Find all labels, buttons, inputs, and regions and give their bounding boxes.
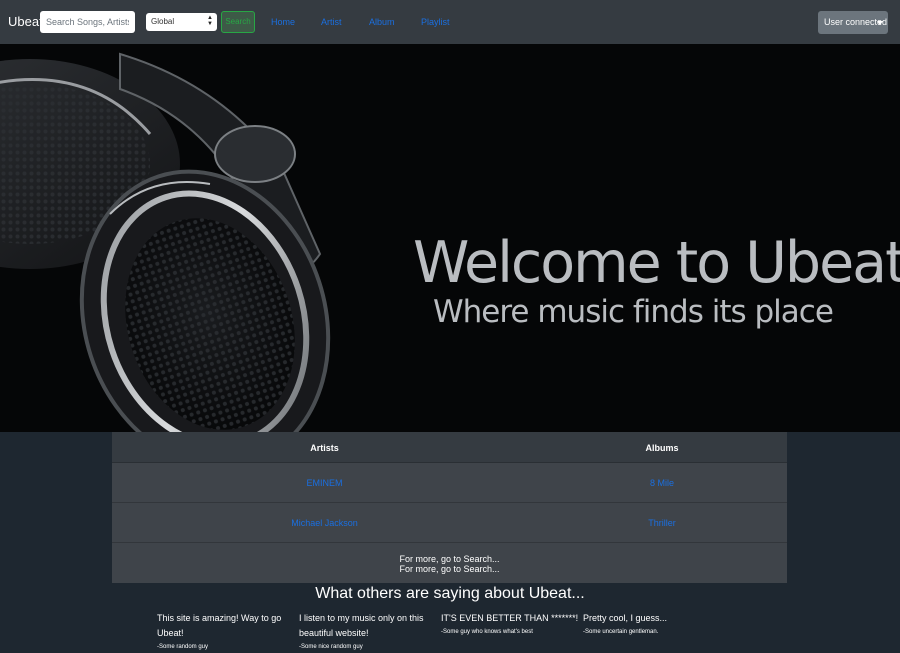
table-header: Artists Albums — [112, 432, 787, 463]
reviews-title: What others are saying about Ubeat... — [315, 585, 585, 602]
hero-banner: Welcome to Ubeat! Where music finds its … — [0, 44, 900, 432]
hero-subtitle: Where music finds its place — [433, 294, 834, 330]
table-row: EMINEM 8 Mile — [112, 463, 787, 503]
brand-logo[interactable]: Ubeat — [8, 14, 43, 29]
review-card: IT'S EVEN BETTER THAN *******! -Some guy… — [441, 611, 581, 638]
column-header-artists: Artists — [310, 443, 339, 453]
hero-title: Welcome to Ubeat! — [413, 230, 900, 296]
review-author: -Some random guy — [157, 644, 209, 650]
navbar: Ubeat Global ▲▼ Search Home Artist Album… — [0, 0, 900, 44]
select-arrows-icon: ▲ ▼ — [207, 15, 213, 27]
scope-select[interactable]: Global ▲ ▼ — [146, 13, 217, 31]
album-link[interactable]: Thriller — [537, 518, 787, 528]
table-row: Michael Jackson Thriller — [112, 503, 787, 543]
nav-link-home[interactable]: Home — [271, 17, 295, 27]
top-music-table: Artists Albums EMINEM 8 Mile Michael Jac… — [112, 432, 787, 583]
album-link[interactable]: 8 Mile — [537, 478, 787, 488]
review-card: This site is amazing! Way to go Ubeat! -… — [157, 611, 297, 653]
artist-link[interactable]: Michael Jackson — [112, 518, 537, 528]
scope-select-value: Global — [151, 17, 175, 26]
caret-down-icon — [877, 21, 883, 25]
nav-link-artist[interactable]: Artist — [321, 17, 342, 27]
review-author: -Some nice random guy — [299, 644, 363, 650]
user-dropdown-button[interactable]: User connected — [818, 11, 888, 34]
artist-link[interactable]: EMINEM — [112, 478, 537, 488]
search-input[interactable] — [40, 11, 135, 33]
more-hint-text: For more, go to Search... — [399, 554, 500, 564]
column-header-albums: Albums — [645, 443, 679, 453]
review-card: I listen to my music only on this beauti… — [299, 611, 439, 653]
table-footer: For more, go to Search... For more, go t… — [112, 543, 787, 583]
review-card: Pretty cool, I guess... -Some uncertain … — [583, 611, 723, 638]
review-author: -Some uncertain gentleman. — [583, 629, 659, 635]
nav-link-album[interactable]: Album — [369, 17, 395, 27]
review-quote: IT'S EVEN BETTER THAN *******! — [441, 613, 579, 623]
nav-link-playlist[interactable]: Playlist — [421, 17, 450, 27]
search-button[interactable]: Search — [221, 11, 255, 33]
more-hint-text: For more, go to Search... — [399, 564, 500, 574]
review-quote: I listen to my music only on this beauti… — [299, 613, 424, 638]
review-quote: This site is amazing! Way to go Ubeat! — [157, 613, 282, 638]
review-author: -Some guy who knows what's best — [441, 629, 533, 635]
review-quote: Pretty cool, I guess... — [583, 613, 668, 623]
